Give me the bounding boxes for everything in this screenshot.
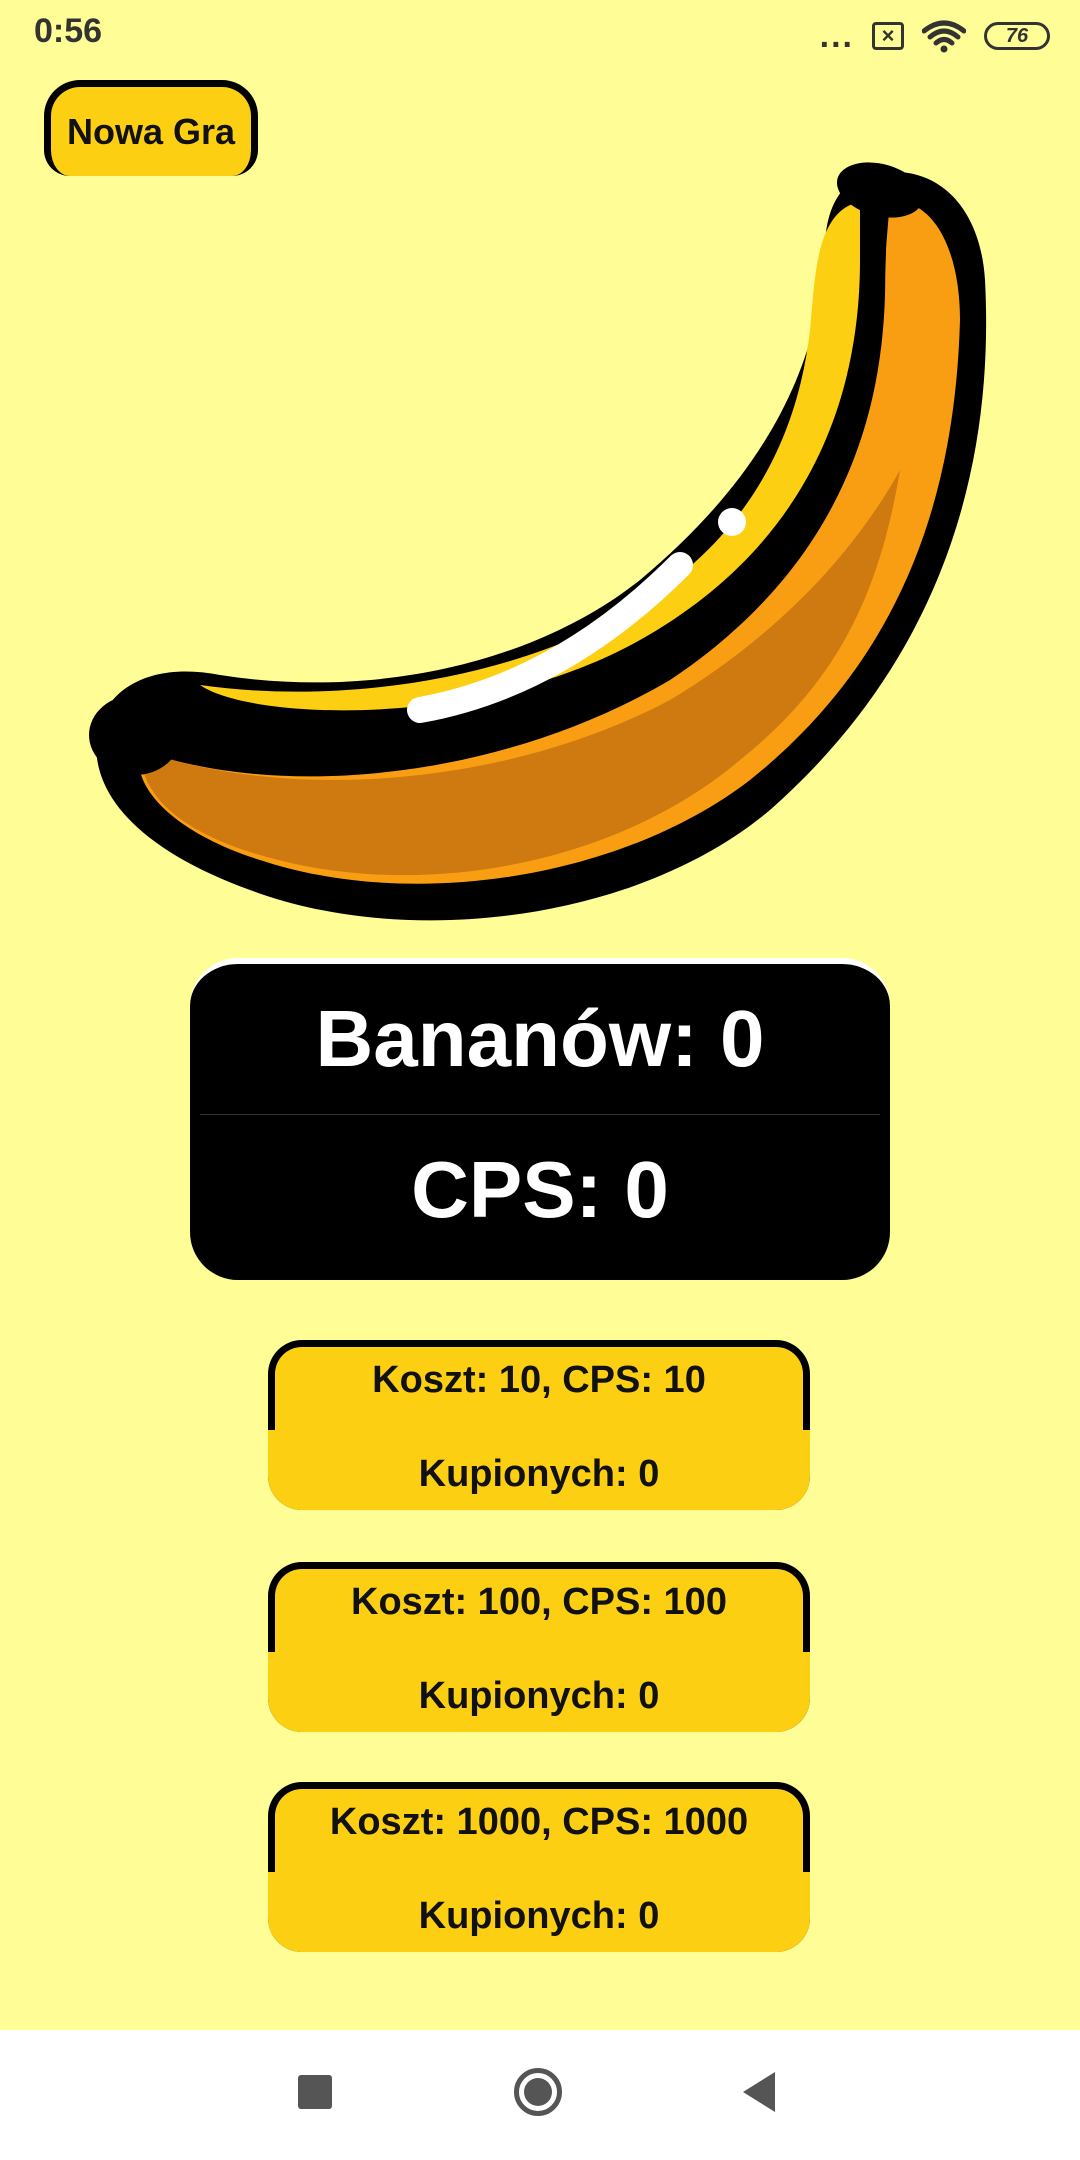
banana-count: Bananów: 0 — [315, 994, 765, 1083]
back-button[interactable] — [743, 2072, 775, 2112]
score-panel: Bananów: 0 CPS: 0 — [190, 958, 890, 1280]
recent-apps-button[interactable] — [298, 2075, 332, 2109]
navigation-bar — [0, 2030, 1080, 2160]
upgrade-button-2[interactable]: Koszt: 100, CPS: 100 Kupionych: 0 — [268, 1562, 810, 1732]
banana-icon — [89, 162, 987, 921]
upgrade-cost: Koszt: 10, CPS: 10 — [372, 1359, 706, 1401]
more-dots-icon: ... — [819, 17, 854, 55]
home-button[interactable] — [514, 2068, 562, 2116]
no-sim-icon: × — [872, 22, 904, 50]
battery-icon: 76 — [984, 22, 1050, 50]
wifi-icon — [922, 20, 966, 53]
upgrade-cost: Koszt: 100, CPS: 100 — [351, 1581, 727, 1623]
upgrade-owned: Kupionych: 0 — [418, 1453, 660, 1495]
banana-click-button[interactable] — [80, 140, 1020, 950]
upgrade-owned: Kupionych: 0 — [418, 1895, 660, 1937]
upgrade-button-1[interactable]: Koszt: 10, CPS: 10 Kupionych: 0 — [268, 1340, 810, 1510]
status-time: 0:56 — [34, 12, 103, 50]
status-bar: 0:56 ... × 76 — [0, 0, 1080, 70]
upgrade-button-3[interactable]: Koszt: 1000, CPS: 1000 Kupionych: 0 — [268, 1782, 810, 1952]
upgrade-cost: Koszt: 1000, CPS: 1000 — [329, 1801, 749, 1843]
home-icon — [524, 2078, 552, 2106]
cps-display: CPS: 0 — [411, 1145, 669, 1234]
status-icons: ... × 76 — [820, 16, 1050, 56]
upgrade-owned: Kupionych: 0 — [418, 1675, 660, 1717]
